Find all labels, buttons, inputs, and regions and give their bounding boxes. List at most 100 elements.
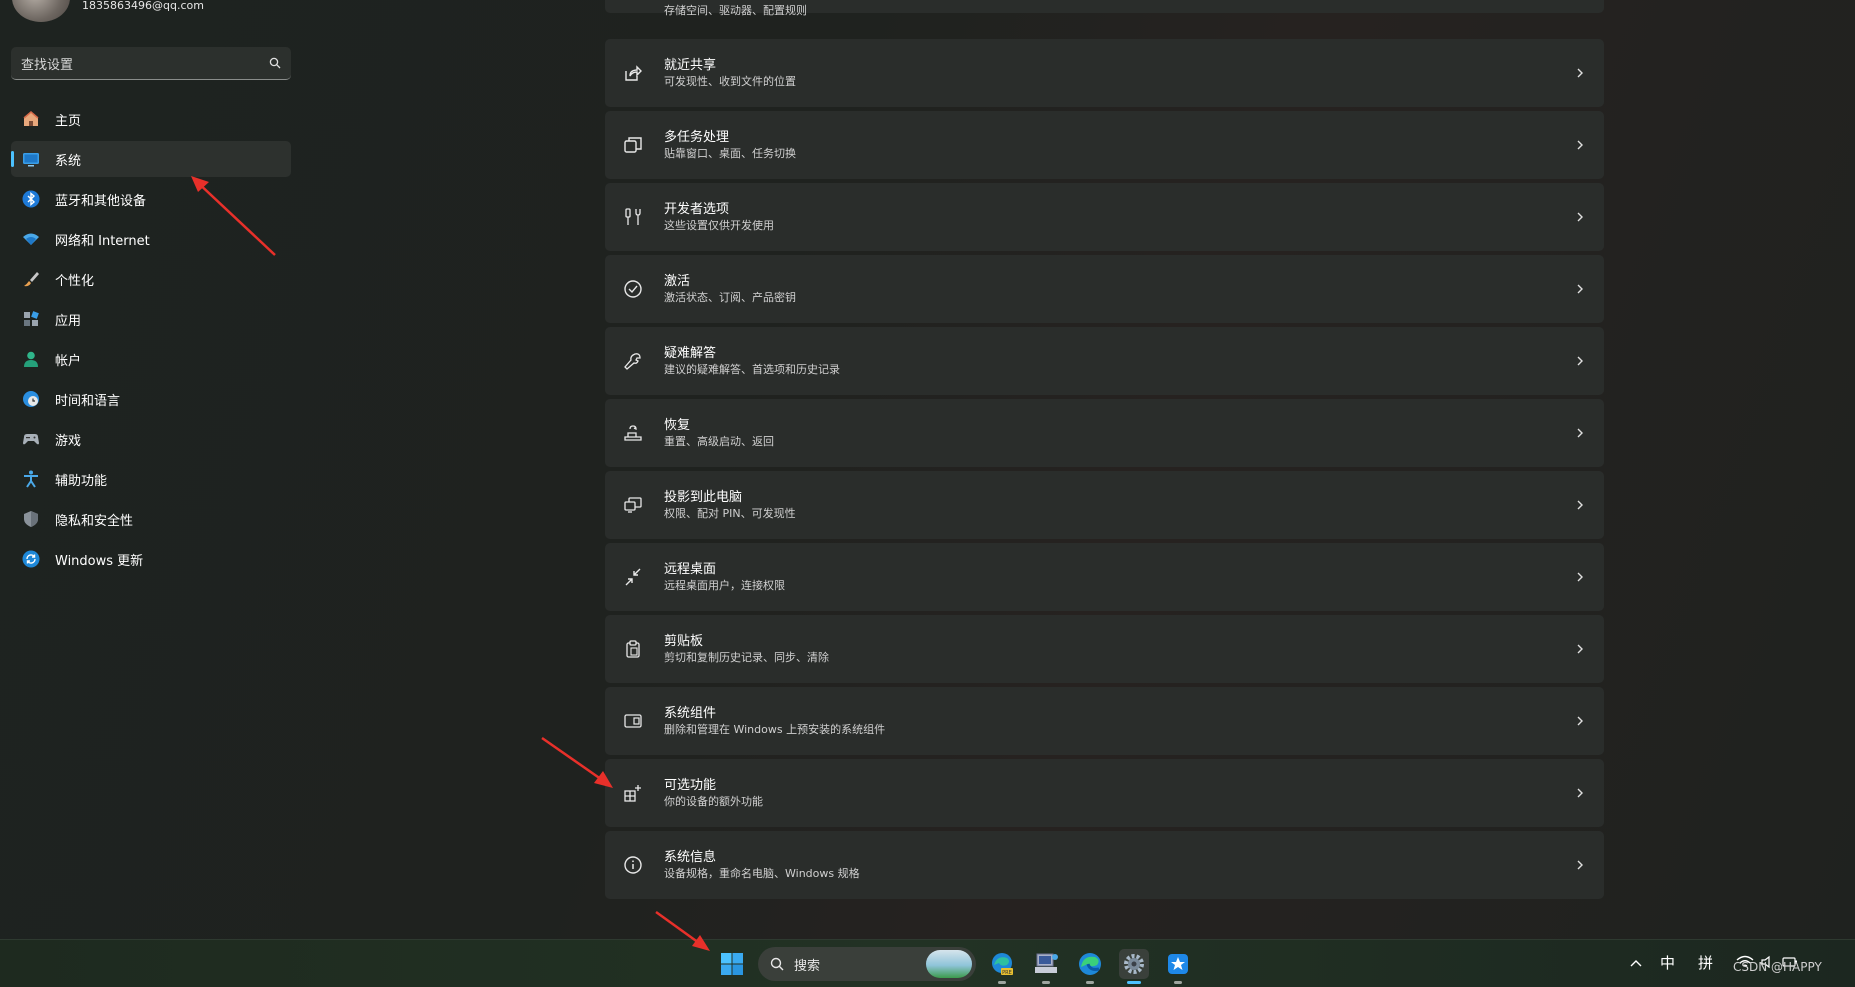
settings-card-troubleshoot[interactable]: 疑难解答 建议的疑难解答、首选项和历史记录	[605, 327, 1604, 395]
chevron-right-icon	[1577, 428, 1583, 438]
sidebar-item-gaming[interactable]: 游戏	[11, 421, 291, 457]
sidebar-item-windows-update[interactable]: Windows 更新	[11, 541, 291, 577]
chevron-right-icon	[1577, 860, 1583, 870]
taskbar-search[interactable]: 搜索	[758, 947, 976, 981]
sidebar-item-apps[interactable]: 应用	[11, 301, 291, 337]
settings-card-optional-features[interactable]: 可选功能 你的设备的额外功能	[605, 759, 1604, 827]
settings-card-system-components[interactable]: 系统组件 删除和管理在 Windows 上预安装的系统组件	[605, 687, 1604, 755]
settings-card-project-to-pc[interactable]: 投影到此电脑 权限、配对 PIN、可发现性	[605, 471, 1604, 539]
edge-icon[interactable]	[1075, 949, 1105, 984]
search-icon	[269, 57, 281, 69]
settings-card-multitasking[interactable]: 多任务处理 贴靠窗口、桌面、任务切换	[605, 111, 1604, 179]
clipboard-icon	[622, 638, 644, 660]
settings-gear-icon[interactable]	[1119, 949, 1149, 984]
card-subtitle: 权限、配对 PIN、可发现性	[664, 506, 796, 520]
settings-card-developer-options[interactable]: 开发者选项 这些设置仅供开发使用	[605, 183, 1604, 251]
sidebar-item-label: 蓝牙和其他设备	[55, 193, 147, 209]
remote-desktop-icon	[622, 566, 644, 588]
sidebar-item-label: 时间和语言	[55, 393, 121, 409]
search-input[interactable]: 查找设置	[11, 47, 291, 80]
optional-features-icon	[622, 782, 644, 804]
settings-card-clipboard[interactable]: 剪贴板 剪切和复制历史记录、同步、清除	[605, 615, 1604, 683]
sidebar-item-label: 帐户	[55, 353, 82, 369]
card-title: 剪贴板	[664, 633, 704, 649]
share-icon	[622, 62, 644, 84]
settings-card-recovery[interactable]: 恢复 重置、高级启动、返回	[605, 399, 1604, 467]
card-subtitle: 剪切和复制历史记录、同步、清除	[664, 650, 829, 664]
card-subtitle: 这些设置仅供开发使用	[664, 218, 774, 232]
bluetooth-icon	[21, 189, 41, 209]
edge-beta-icon[interactable]: PRE	[987, 949, 1017, 984]
chevron-right-icon	[1577, 500, 1583, 510]
components-icon	[622, 710, 644, 732]
windows-start-icon[interactable]	[720, 952, 744, 976]
store-star-icon[interactable]	[1163, 949, 1193, 984]
user-email: 1835863496@qq.com	[82, 0, 204, 12]
sidebar-item-privacy[interactable]: 隐私和安全性	[11, 501, 291, 537]
search-placeholder: 查找设置	[21, 57, 74, 73]
info-icon	[622, 854, 644, 876]
chevron-right-icon	[1577, 644, 1583, 654]
card-subtitle: 你的设备的额外功能	[664, 794, 763, 808]
card-title: 可选功能	[664, 777, 717, 793]
sidebar-item-label: 个性化	[55, 273, 95, 289]
card-subtitle: 重置、高级启动、返回	[664, 434, 774, 448]
sidebar-item-time-language[interactable]: 时间和语言	[11, 381, 291, 417]
settings-card-remote-desktop[interactable]: 远程桌面 远程桌面用户，连接权限	[605, 543, 1604, 611]
sidebar: 1835863496@qq.com 查找设置 主页 系统 蓝牙和其他设备 网络和…	[0, 0, 300, 939]
annotation-arrow-system	[191, 176, 276, 256]
sidebar-item-label: 应用	[55, 313, 82, 329]
chevron-right-icon	[1577, 356, 1583, 366]
card-title: 恢复	[664, 417, 691, 433]
chevron-right-icon	[1577, 212, 1583, 222]
system-display-icon	[21, 149, 41, 169]
settings-card-nearby-sharing[interactable]: 就近共享 可发现性、收到文件的位置	[605, 39, 1604, 107]
settings-window: 1835863496@qq.com 查找设置 主页 系统 蓝牙和其他设备 网络和…	[0, 0, 1855, 939]
sidebar-item-accounts[interactable]: 帐户	[11, 341, 291, 377]
taskbar: 搜索 PRE 中 拼	[0, 910, 1855, 987]
card-title: 投影到此电脑	[664, 489, 743, 505]
project-icon	[622, 494, 644, 516]
avatar[interactable]	[12, 0, 70, 22]
home-icon	[21, 109, 41, 129]
chevron-right-icon	[1577, 284, 1583, 294]
sidebar-item-home[interactable]: 主页	[11, 101, 291, 137]
chevron-right-icon	[1577, 140, 1583, 150]
network-app-icon[interactable]	[1031, 949, 1061, 984]
card-title: 就近共享	[664, 57, 717, 73]
watermark: CSDN @HAPPY	[1733, 960, 1822, 974]
svg-text:PRE: PRE	[1002, 970, 1012, 976]
brush-icon	[21, 269, 41, 289]
settings-card-activation[interactable]: 激活 激活状态、订阅、产品密钥	[605, 255, 1604, 323]
update-icon	[21, 549, 41, 569]
sidebar-item-label: Windows 更新	[55, 553, 144, 569]
chevron-right-icon	[1577, 572, 1583, 582]
wifi-icon	[21, 229, 41, 249]
shield-icon	[21, 509, 41, 529]
card-subtitle: 设备规格，重命名电脑、Windows 规格	[664, 866, 860, 880]
sidebar-item-label: 辅助功能	[55, 473, 108, 489]
taskbar-search-label: 搜索	[794, 958, 821, 974]
sidebar-item-label: 网络和 Internet	[55, 233, 150, 249]
chevron-right-icon	[1577, 716, 1583, 726]
settings-card-storage-partial[interactable]: 存储空间、驱动器、配置规则	[605, 0, 1604, 17]
annotation-arrow-optional-features	[541, 736, 613, 788]
account-icon	[21, 349, 41, 369]
search-highlight-image	[926, 950, 972, 978]
card-subtitle: 存储空间、驱动器、配置规则	[664, 4, 807, 17]
developer-tools-icon	[622, 206, 644, 228]
sidebar-item-label: 隐私和安全性	[55, 513, 134, 529]
check-circle-icon	[622, 278, 644, 300]
ime-language-indicator[interactable]: 中	[1660, 952, 1675, 973]
settings-card-system-info[interactable]: 系统信息 设备规格，重命名电脑、Windows 规格	[605, 831, 1604, 899]
sidebar-item-personalization[interactable]: 个性化	[11, 261, 291, 297]
sidebar-item-label: 系统	[55, 153, 82, 169]
card-subtitle: 激活状态、订阅、产品密钥	[664, 290, 796, 304]
globe-clock-icon	[21, 389, 41, 409]
card-subtitle: 可发现性、收到文件的位置	[664, 74, 796, 88]
card-title: 系统组件	[664, 705, 717, 721]
ime-mode-indicator[interactable]: 拼	[1698, 952, 1713, 973]
card-title: 多任务处理	[664, 129, 730, 145]
chevron-up-icon[interactable]	[1630, 958, 1642, 968]
sidebar-item-accessibility[interactable]: 辅助功能	[11, 461, 291, 497]
